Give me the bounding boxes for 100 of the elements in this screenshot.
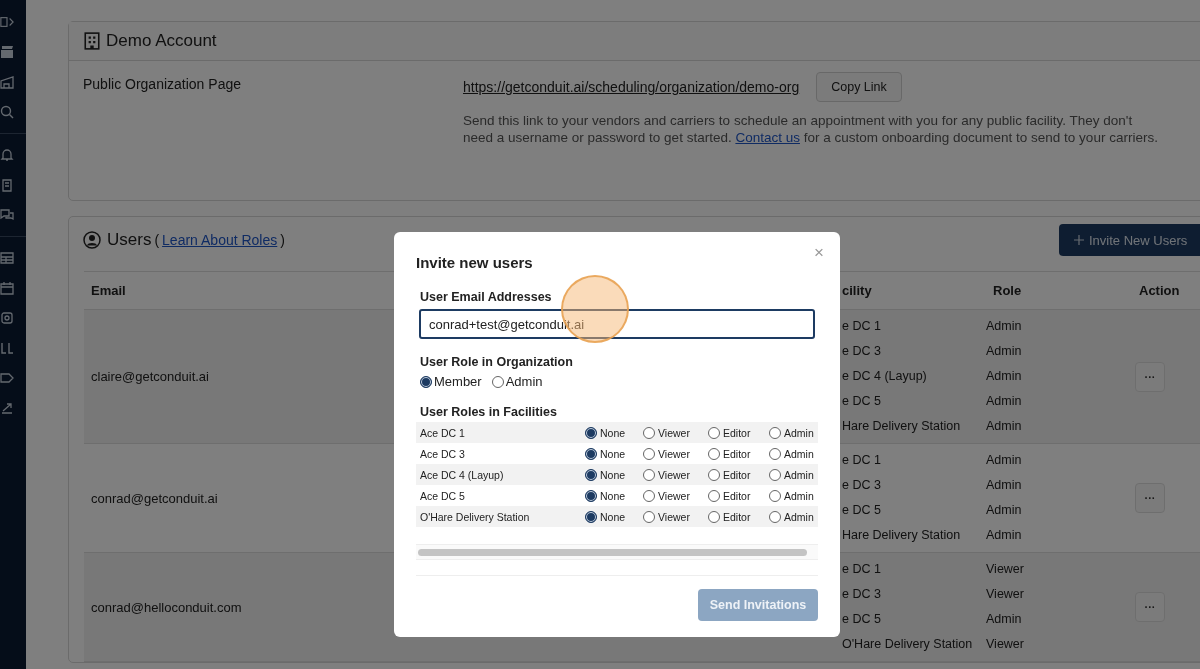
close-button[interactable]: ×: [814, 244, 824, 261]
radio-label: Admin: [784, 489, 814, 502]
radio-label: None: [600, 468, 626, 481]
role-cell-text: Admin: [986, 318, 1023, 335]
clipboard-icon[interactable]: [0, 178, 14, 192]
learn-about-roles-link[interactable]: Learn About Roles: [162, 232, 278, 248]
bell-icon[interactable]: [0, 148, 14, 162]
role-cell-text: Viewer: [986, 636, 1025, 653]
description-paragraph: Send this link to your vendors and carriers to schedule an appointment with you for any public facility. They don't need a username or password to get started. Contact us for a custom onboarding document to send to your carriers.: [463, 112, 1159, 146]
facility-cell-text: e DC 4 (Layup): [842, 368, 928, 385]
column-header: Role: [992, 283, 1022, 298]
radio-button[interactable]: [769, 426, 781, 439]
facility-cell-text: Hare Delivery Station: [842, 418, 962, 435]
dialog-title: Invite new users: [416, 254, 533, 271]
radio-button[interactable]: [708, 468, 720, 481]
card-title: Demo Account: [106, 31, 217, 51]
radio-label: None: [600, 489, 626, 502]
facility-name: Ace DC 5: [420, 489, 466, 502]
table-icon[interactable]: [0, 251, 14, 265]
radio-button[interactable]: [643, 468, 655, 481]
radio-label: Viewer: [658, 489, 690, 502]
radio-label: None: [600, 426, 626, 439]
role-cell-text: Admin: [986, 611, 1023, 628]
radio-button[interactable]: [708, 489, 720, 502]
radio-button[interactable]: [643, 447, 655, 460]
radio-label: Viewer: [658, 426, 690, 439]
column-header: Action: [1138, 283, 1180, 298]
field-label: Public Organization Page: [83, 76, 242, 94]
parenthesis: ): [280, 232, 285, 248]
radio-button[interactable]: [769, 510, 781, 523]
tag-icon[interactable]: [0, 371, 14, 385]
radio-label: Editor: [723, 447, 751, 460]
stacked-boxes-icon[interactable]: [0, 45, 14, 59]
organization-url-link[interactable]: https://getconduit.ai/scheduling/organization/demo-org: [463, 79, 800, 95]
role-cell-text: Admin: [986, 527, 1023, 544]
facility-name: Ace DC 1: [420, 426, 466, 439]
section-label: User Role in Organization: [420, 355, 574, 369]
radio-label: Viewer: [658, 447, 690, 460]
card-title: Users: [107, 230, 152, 250]
more-actions-button[interactable]: ···: [1135, 483, 1165, 513]
plus-icon: [1074, 235, 1084, 245]
radio-button[interactable]: [708, 447, 720, 460]
email-cell-text: conrad@getconduit.ai: [90, 490, 218, 506]
facility-cell-text: e DC 5: [842, 502, 882, 519]
search-icon[interactable]: [0, 105, 14, 119]
role-cell-text: Admin: [986, 368, 1023, 385]
field-label: User Email Addresses: [420, 290, 553, 304]
building-icon[interactable]: [0, 75, 14, 89]
facility-cell-text: e DC 1: [842, 318, 882, 335]
chat-icon[interactable]: [0, 208, 14, 222]
radio-label: Viewer: [658, 510, 690, 523]
role-cell-text: Admin: [986, 502, 1023, 519]
role-cell-text: Viewer: [986, 586, 1025, 603]
radio-label: Editor: [723, 468, 751, 481]
radio-label: Admin: [784, 510, 814, 523]
facility-cell-text: e DC 3: [842, 477, 882, 494]
column-header: Email: [90, 283, 126, 298]
role-cell-text: Admin: [986, 393, 1023, 410]
facility-name: Ace DC 4 (Layup): [420, 468, 505, 481]
calendar-icon[interactable]: [0, 281, 14, 295]
radio-label: Member: [434, 374, 482, 389]
role-cell-text: Admin: [986, 452, 1023, 469]
radio-label: None: [600, 510, 626, 523]
radio-button[interactable]: [708, 426, 720, 439]
export-icon[interactable]: [0, 401, 14, 415]
radio-label: Admin: [784, 426, 814, 439]
role-cell-text: Viewer: [986, 561, 1025, 578]
radio-button[interactable]: [643, 426, 655, 439]
radio-label: None: [600, 447, 626, 460]
more-actions-button[interactable]: ···: [1135, 361, 1165, 392]
radio-label: Admin: [505, 374, 543, 389]
radio-button[interactable]: [769, 447, 781, 460]
radio-button[interactable]: [643, 489, 655, 502]
more-actions-button[interactable]: ···: [1135, 592, 1165, 622]
radio-label: Editor: [723, 510, 751, 523]
copy-link-button[interactable]: Copy Link: [816, 72, 902, 102]
radio-label: Admin: [784, 447, 814, 460]
facility-cell-text: e DC 5: [842, 393, 882, 410]
radio-label: Admin: [784, 468, 814, 481]
facility-name: Ace DC 3: [420, 447, 466, 460]
contact-us-link[interactable]: Contact us: [735, 130, 800, 145]
radio-button[interactable]: [769, 489, 781, 502]
radio-button[interactable]: [491, 375, 504, 388]
radio-button[interactable]: [769, 468, 781, 481]
gear-icon[interactable]: [0, 311, 14, 325]
role-cell-text: Admin: [986, 418, 1023, 435]
radio-button[interactable]: [585, 468, 597, 481]
radio-button[interactable]: [643, 510, 655, 523]
facility-cell-text: e DC 3: [842, 343, 882, 360]
radio-label: Editor: [723, 489, 751, 502]
building-icon: [84, 32, 100, 50]
scrollbar[interactable]: [418, 548, 807, 556]
invite-new-users-button[interactable]: Invite New Users: [1059, 224, 1200, 256]
role-cell-text: Admin: [986, 343, 1023, 360]
parenthesis: (: [154, 232, 160, 248]
radio-label: Editor: [723, 426, 751, 439]
sidebar-toggle-icon[interactable]: [0, 15, 14, 29]
facility-cell-text: O'Hare Delivery Station: [842, 636, 974, 653]
section-label: User Roles in Facilities: [420, 405, 558, 419]
radio-button[interactable]: [708, 510, 720, 523]
